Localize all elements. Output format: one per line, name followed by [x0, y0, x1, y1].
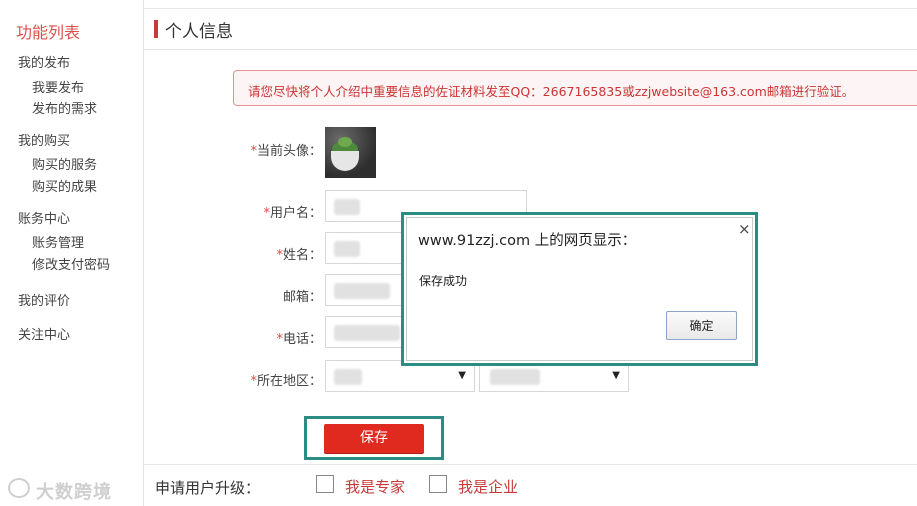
chevron-down-icon: ▼ [458, 370, 466, 381]
email-label: 邮箱： [282, 290, 322, 305]
watermark: 大数跨境 [36, 482, 112, 503]
close-icon[interactable]: × [738, 220, 751, 238]
sidebar-group-account-center[interactable]: 账务中心 [18, 208, 70, 227]
page-title: 个人信息 [165, 22, 233, 42]
save-button[interactable]: 保存 [324, 424, 424, 453]
notice-text: 请您尽快将个人介绍中重要信息的佐证材料发至QQ：2667165835或zzjwe… [248, 84, 855, 99]
sidebar-item-purchased-results[interactable]: 购买的成果 [32, 176, 97, 195]
avatar-label: *当前头像： [250, 144, 322, 159]
username-label: *用户名： [263, 206, 322, 221]
sidebar-group-my-purchases[interactable]: 我的购买 [18, 130, 70, 149]
sidebar-item-published-demands[interactable]: 发布的需求 [32, 98, 97, 117]
verification-notice: 请您尽快将个人介绍中重要信息的佐证材料发至QQ：2667165835或zzjwe… [233, 70, 917, 106]
dialog-message: 保存成功 [419, 274, 468, 288]
sidebar-item-change-pay-password[interactable]: 修改支付密码 [32, 254, 110, 273]
watermark-icon [8, 478, 30, 498]
sidebar-group-my-reviews[interactable]: 我的评价 [18, 290, 70, 309]
expert-checkbox[interactable] [316, 475, 334, 493]
sidebar-group-my-publish[interactable]: 我的发布 [18, 52, 70, 71]
expert-checkbox-label[interactable]: 我是专家 [345, 476, 405, 497]
sidebar: 功能列表 我的发布 我要发布 发布的需求 我的购买 购买的服务 购买的成果 账务… [0, 0, 143, 506]
ok-button[interactable]: 确定 [666, 311, 737, 340]
sidebar-item-publish[interactable]: 我要发布 [32, 77, 84, 96]
sidebar-group-follow-center[interactable]: 关注中心 [18, 324, 70, 343]
upgrade-label: 申请用户升级： [155, 479, 261, 497]
divider [144, 464, 917, 465]
sidebar-divider [143, 0, 144, 506]
sidebar-item-account-management[interactable]: 账务管理 [32, 232, 84, 251]
enterprise-checkbox-label[interactable]: 我是企业 [458, 476, 518, 497]
enterprise-checkbox[interactable] [429, 475, 447, 493]
avatar[interactable] [325, 127, 376, 178]
region-label: *所在地区： [250, 374, 322, 389]
sidebar-title: 功能列表 [16, 23, 81, 42]
sidebar-item-purchased-services[interactable]: 购买的服务 [32, 154, 97, 173]
chevron-down-icon: ▼ [612, 370, 620, 381]
header-accent-bar [154, 20, 158, 38]
name-label: *姓名： [276, 248, 322, 263]
phone-label: *电话： [276, 332, 322, 347]
dialog-title: www.91zzj.com 上的网页显示： [418, 233, 637, 249]
page-header: 个人信息 [144, 8, 917, 50]
